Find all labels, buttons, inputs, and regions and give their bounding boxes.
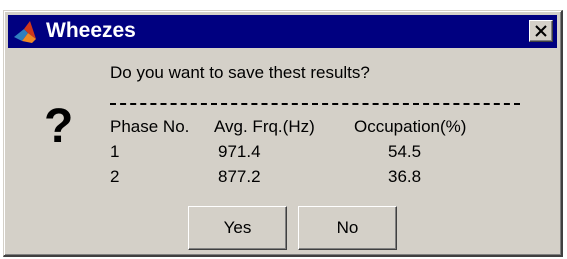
matlab-icon bbox=[12, 19, 38, 45]
yes-button[interactable]: Yes bbox=[188, 206, 287, 250]
table-cell: 2 bbox=[110, 167, 120, 186]
separator-line bbox=[110, 103, 520, 105]
header-avg-freq: Avg. Frq.(Hz) bbox=[214, 117, 315, 136]
table-cell: 54.5 bbox=[388, 142, 422, 161]
table-cell: 877.2 bbox=[218, 167, 261, 186]
dialog-message: Do you want to save thest results? bbox=[110, 63, 370, 82]
table-cell: 971.4 bbox=[218, 142, 261, 161]
window-title: Wheezes bbox=[46, 19, 136, 42]
title-bar[interactable]: Wheezes bbox=[8, 15, 557, 48]
close-button[interactable] bbox=[529, 20, 553, 42]
close-icon bbox=[535, 25, 547, 37]
header-occupation: Occupation(%) bbox=[354, 117, 467, 136]
table-cell: 1 bbox=[110, 142, 120, 161]
header-phase: Phase No. bbox=[110, 117, 190, 136]
dialog-window: Wheezes ? Do you want to save thest resu… bbox=[3, 10, 563, 257]
table-cell: 36.8 bbox=[388, 167, 422, 186]
no-button[interactable]: No bbox=[298, 206, 397, 250]
question-icon: ? bbox=[44, 100, 74, 153]
